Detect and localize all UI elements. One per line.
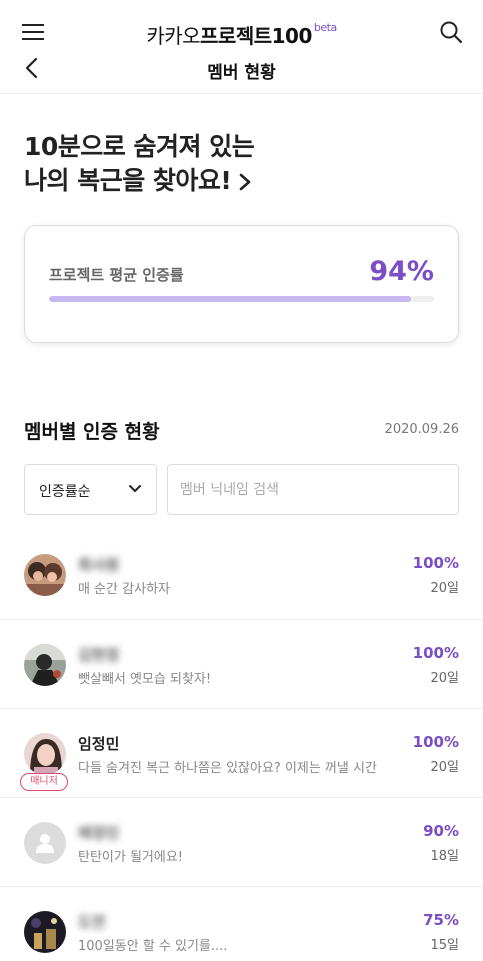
member-days: 20일 xyxy=(430,671,459,686)
average-certification-card: 프로젝트 평균 인증률 94% xyxy=(24,225,459,343)
member-rate: 75% xyxy=(423,911,459,929)
manager-badge: 매니저 xyxy=(20,773,68,791)
member-row[interactable]: 김현정 뺏살빼서 옛모습 되찾자! 100% 20일 xyxy=(0,619,483,708)
member-name: 도연 xyxy=(78,913,106,931)
average-progress-bar xyxy=(49,296,434,302)
member-message: 탄탄이가 될거에요! xyxy=(78,850,184,865)
member-name: 회사원 xyxy=(78,556,120,574)
project-title-line1: 10분으로 숨겨져 있는 xyxy=(24,132,255,161)
sort-dropdown[interactable]: 인증률순 xyxy=(24,464,157,515)
avatar[interactable] xyxy=(24,822,66,864)
member-name: 임정민 xyxy=(78,735,120,753)
sort-selected-label: 인증률순 xyxy=(39,484,91,500)
member-message: 매 순간 감사하자 xyxy=(78,582,170,597)
member-search-input[interactable] xyxy=(167,464,459,515)
avatar[interactable] xyxy=(24,911,66,953)
brand-logo[interactable]: 카카오프로젝트100 beta xyxy=(0,20,483,49)
avatar[interactable] xyxy=(24,733,66,775)
member-rate: 100% xyxy=(412,644,459,662)
member-days: 20일 xyxy=(430,760,459,775)
avatar[interactable] xyxy=(24,554,66,596)
member-row[interactable]: 도연 100일동안 할 수 있기를.... 75% 15일 xyxy=(0,886,483,961)
chevron-right-icon xyxy=(240,173,251,191)
chevron-down-icon xyxy=(129,485,141,492)
project-title-line2: 나의 복근을 찾아요! xyxy=(24,166,232,195)
section-date: 2020.09.26 xyxy=(384,422,459,437)
member-message: 100일동안 할 수 있기를.... xyxy=(78,939,228,954)
member-rate: 100% xyxy=(412,733,459,751)
average-label: 프로젝트 평균 인증률 xyxy=(49,266,184,284)
member-list: 회사원 매 순간 감사하자 100% 20일 김현정 뺏살빼서 옛모습 되찾자!… xyxy=(0,530,483,961)
member-row[interactable]: 매니저 임정민 다들 숨겨진 복근 하나쯤은 있잖아요? 이제는 꺼낼 시간 1… xyxy=(0,708,483,797)
search-icon[interactable] xyxy=(439,20,463,44)
avatar[interactable] xyxy=(24,644,66,686)
member-rate: 100% xyxy=(412,554,459,572)
member-days: 18일 xyxy=(430,849,459,864)
member-message: 뺏살빼서 옛모습 되찾자! xyxy=(78,672,212,687)
page-title: 멤버 현황 xyxy=(207,63,276,83)
section-title: 멤버별 인증 현황 xyxy=(24,421,160,443)
average-value: 94% xyxy=(369,256,434,287)
member-name: 김현정 xyxy=(78,646,120,664)
member-days: 15일 xyxy=(430,938,459,953)
member-row[interactable]: 회사원 매 순간 감사하자 100% 20일 xyxy=(0,530,483,619)
average-progress-fill xyxy=(49,296,411,302)
member-rate: 90% xyxy=(423,822,459,840)
app-header: 카카오프로젝트100 beta 멤버 현황 xyxy=(0,0,483,94)
member-message: 다들 숨겨진 복근 하나쯤은 있잖아요? 이제는 꺼낼 시간 xyxy=(78,761,377,776)
member-name: 배정민 xyxy=(78,824,120,842)
project-title[interactable]: 10분으로 숨겨져 있는 나의 복근을 찾아요! xyxy=(24,130,464,198)
default-user-icon xyxy=(36,834,54,853)
member-row[interactable]: 배정민 탄탄이가 될거에요! 90% 18일 xyxy=(0,797,483,886)
beta-badge: beta xyxy=(313,21,337,35)
member-days: 20일 xyxy=(430,581,459,596)
